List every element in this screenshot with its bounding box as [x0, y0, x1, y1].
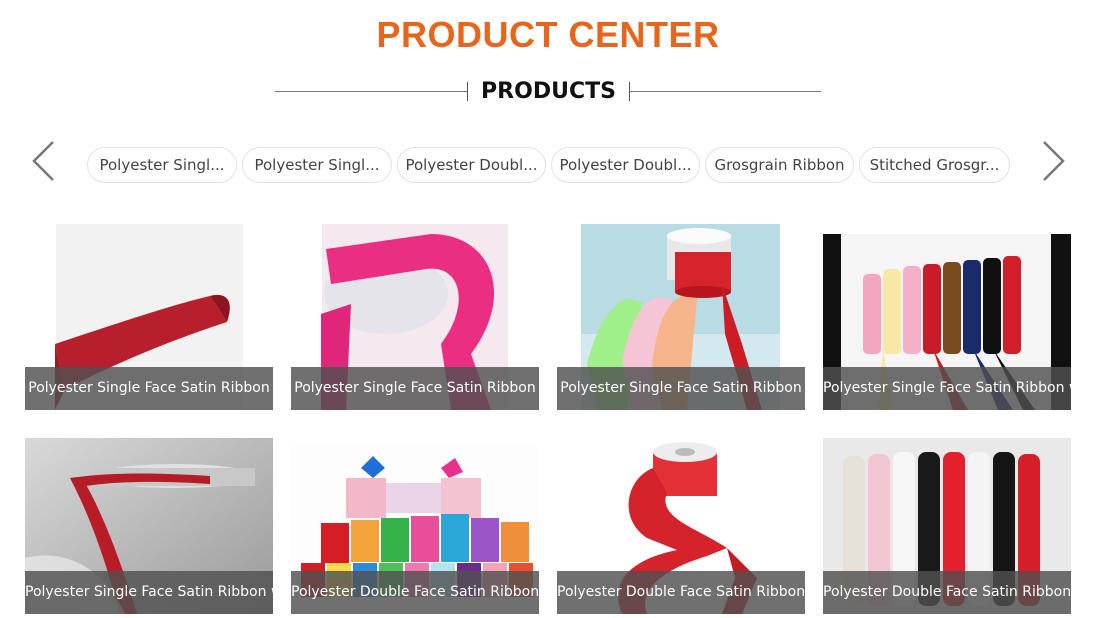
- category-tab[interactable]: Polyester Singl...: [87, 147, 237, 183]
- category-tab[interactable]: Polyester Doubl...: [551, 147, 700, 183]
- product-card[interactable]: Polyester Double Face Satin Ribbon wit: [823, 438, 1071, 614]
- product-card[interactable]: Polyester Single Face Satin Ribbon: [557, 224, 805, 410]
- product-caption: Polyester Single Face Satin Ribbon with: [823, 367, 1071, 410]
- product-caption: Polyester Double Face Satin Ribbon wit: [823, 571, 1071, 614]
- divider-right: [629, 91, 821, 92]
- product-caption: Polyester Single Face Satin Ribbon: [291, 367, 539, 410]
- section-heading: PRODUCTS: [275, 78, 821, 106]
- carousel-next-button[interactable]: [1036, 140, 1076, 182]
- category-tab[interactable]: Stitched Grosgr...: [859, 147, 1010, 183]
- category-tab[interactable]: Grosgrain Ribbon: [705, 147, 854, 183]
- category-tabs: Polyester Singl... Polyester Singl... Po…: [87, 147, 1017, 185]
- divider-left: [275, 91, 467, 92]
- product-card[interactable]: Polyester Double Face Satin Ribbon: [291, 438, 539, 614]
- product-caption: Polyester Single Face Satin Ribbon: [25, 367, 273, 410]
- product-card[interactable]: Polyester Single Face Satin Ribbon with: [25, 438, 273, 614]
- product-card[interactable]: Polyester Single Face Satin Ribbon with: [823, 224, 1071, 410]
- category-tab[interactable]: Polyester Doubl...: [397, 147, 546, 183]
- product-card[interactable]: Polyester Single Face Satin Ribbon: [291, 224, 539, 410]
- carousel-prev-button[interactable]: [26, 140, 66, 182]
- product-caption: Polyester Single Face Satin Ribbon: [557, 367, 805, 410]
- product-caption: Polyester Double Face Satin Ribbon: [291, 571, 539, 614]
- category-tab[interactable]: Polyester Singl...: [242, 147, 392, 183]
- product-caption: Polyester Double Face Satin Ribbon: [557, 571, 805, 614]
- page-title: PRODUCT CENTER: [376, 14, 720, 55]
- chevron-left-icon: [32, 141, 54, 181]
- product-caption: Polyester Single Face Satin Ribbon with: [25, 571, 273, 614]
- chevron-right-icon: [1043, 141, 1065, 181]
- product-card[interactable]: Polyester Single Face Satin Ribbon: [25, 224, 273, 410]
- section-subtitle: PRODUCTS: [481, 79, 616, 104]
- product-card[interactable]: Polyester Double Face Satin Ribbon: [557, 438, 805, 614]
